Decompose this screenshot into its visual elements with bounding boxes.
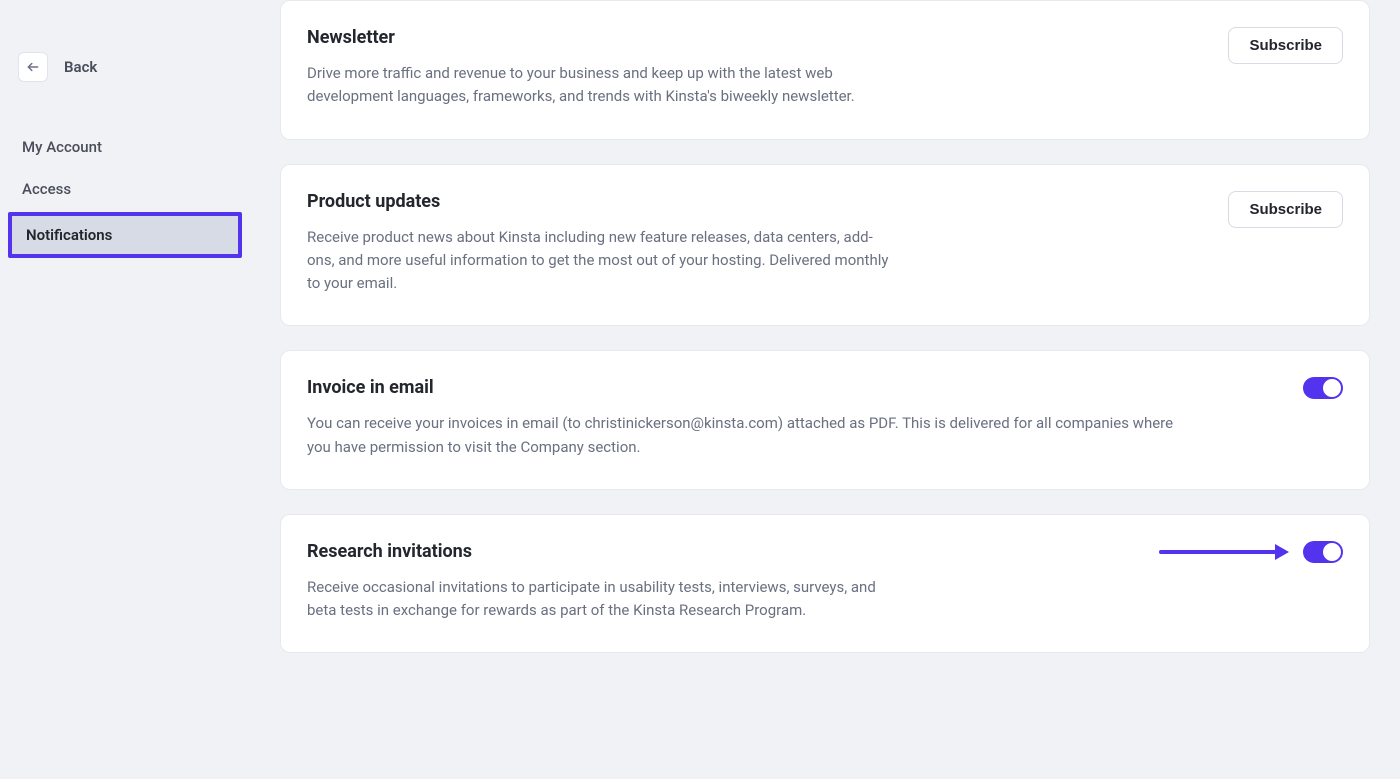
card-invoice-email: Invoice in email You can receive your in… (280, 350, 1370, 490)
card-title: Newsletter (307, 27, 897, 48)
card-newsletter: Newsletter Drive more traffic and revenu… (280, 0, 1370, 140)
back-button[interactable] (18, 52, 48, 82)
toggle-knob (1323, 379, 1341, 397)
nav-list: My Account Access Notifications (0, 126, 250, 258)
card-research-text: Research invitations Receive occasional … (307, 541, 897, 623)
card-desc: Drive more traffic and revenue to your b… (307, 62, 897, 109)
card-title: Product updates (307, 191, 897, 212)
card-desc: Receive occasional invitations to partic… (307, 576, 897, 623)
card-product-updates: Product updates Receive product news abo… (280, 164, 1370, 327)
subscribe-button-newsletter[interactable]: Subscribe (1228, 27, 1343, 64)
sidebar: Back My Account Access Notifications (0, 0, 250, 779)
research-right-controls (1159, 541, 1343, 563)
annotation-arrow (1159, 544, 1289, 560)
card-research-invitations: Research invitations Receive occasional … (280, 514, 1370, 654)
back-row: Back (0, 52, 250, 82)
arrow-left-icon (26, 60, 40, 74)
back-label: Back (64, 58, 97, 76)
main-content: Newsletter Drive more traffic and revenu… (250, 0, 1400, 779)
arrow-line (1159, 550, 1277, 554)
card-title: Invoice in email (307, 377, 1187, 398)
sidebar-item-notifications-highlight: Notifications (8, 212, 242, 258)
toggle-research-invitations[interactable] (1303, 541, 1343, 563)
arrow-right-icon (1275, 544, 1289, 560)
card-invoice-text: Invoice in email You can receive your in… (307, 377, 1187, 459)
card-title: Research invitations (307, 541, 897, 562)
toggle-knob (1323, 543, 1341, 561)
card-desc: Receive product news about Kinsta includ… (307, 226, 897, 296)
sidebar-item-notifications[interactable]: Notifications (12, 216, 238, 254)
card-product-updates-text: Product updates Receive product news abo… (307, 191, 897, 296)
card-newsletter-text: Newsletter Drive more traffic and revenu… (307, 27, 897, 109)
sidebar-item-access[interactable]: Access (0, 168, 250, 210)
toggle-invoice-email[interactable] (1303, 377, 1343, 399)
app-layout: Back My Account Access Notifications New… (0, 0, 1400, 779)
sidebar-item-my-account[interactable]: My Account (0, 126, 250, 168)
card-desc: You can receive your invoices in email (… (307, 412, 1187, 459)
subscribe-button-product-updates[interactable]: Subscribe (1228, 191, 1343, 228)
